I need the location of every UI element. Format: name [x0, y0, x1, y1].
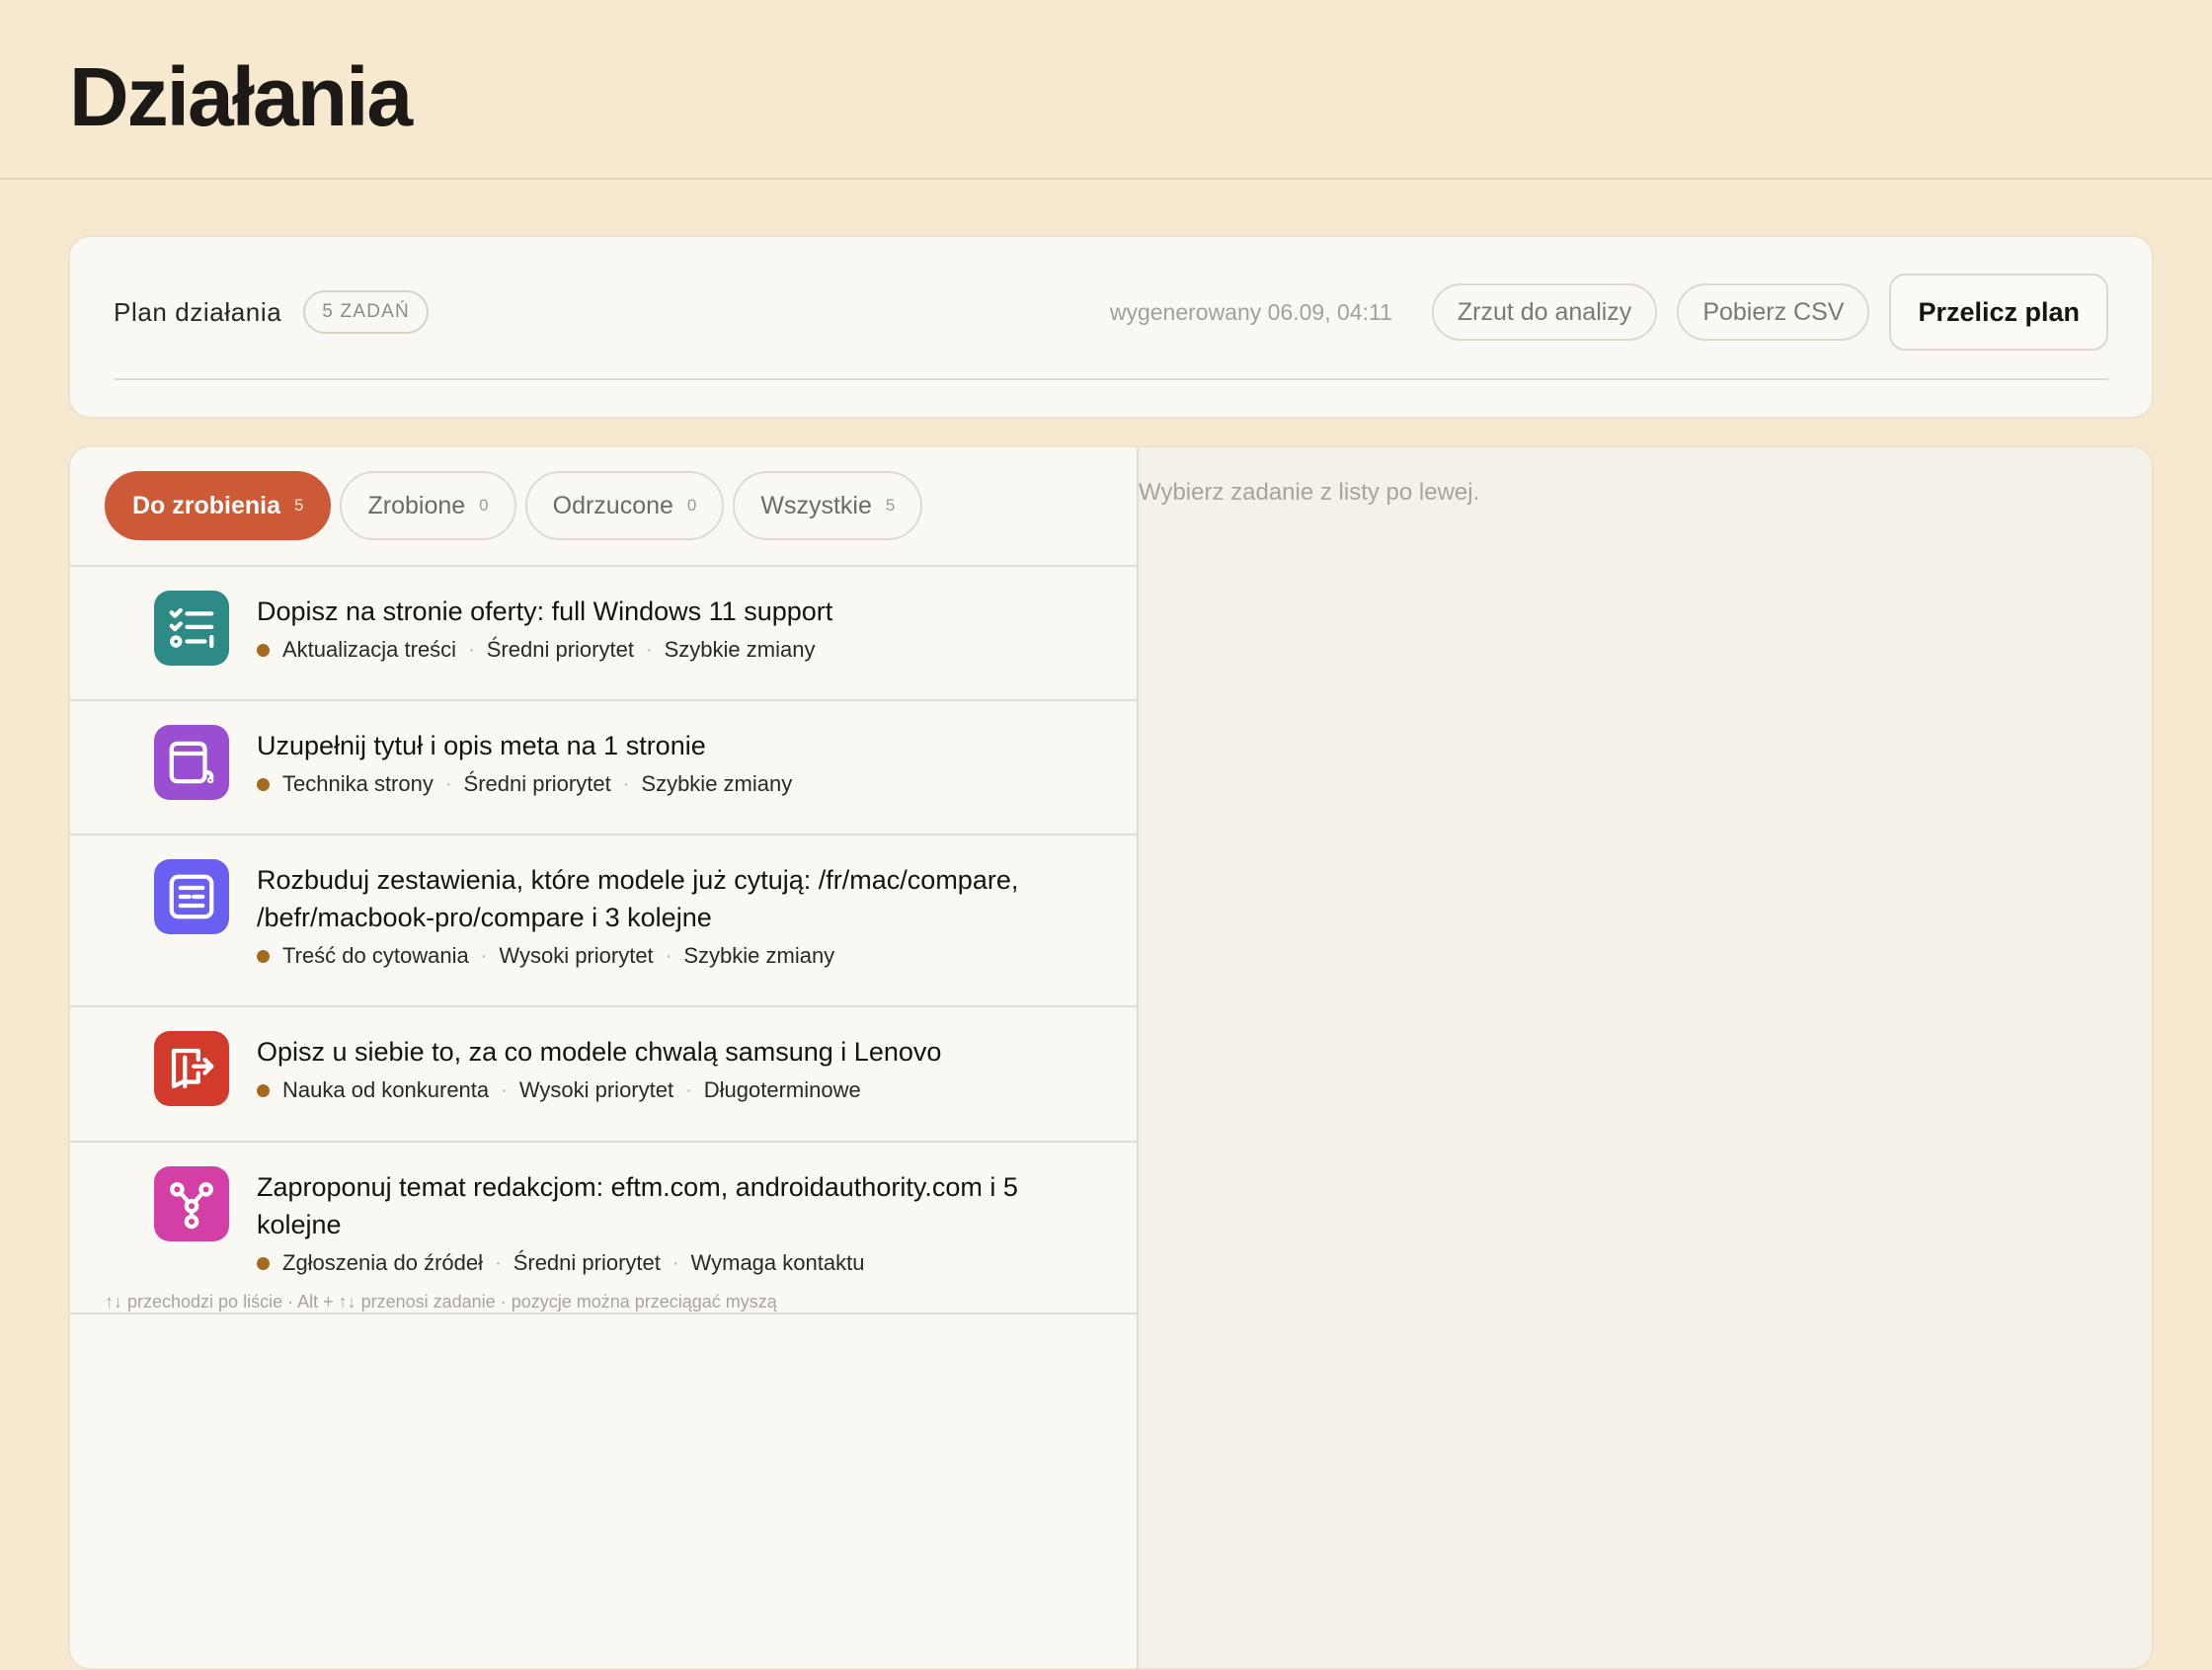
tab-label: Do zrobienia: [132, 491, 281, 519]
task-category: Technika strony: [282, 771, 434, 796]
task-body: Uzupełnij tytuł i opis meta na 1 stronie…: [257, 725, 1097, 834]
plan-card: Plan działania 5 ZADAŃ wygenerowany 06.0…: [68, 235, 2154, 419]
page-header: Działania: [0, 0, 2212, 180]
task-list: Dopisz na stronie oferty: full Windows 1…: [70, 567, 1137, 1314]
task-title: Uzupełnij tytuł i opis meta na 1 stronie: [257, 731, 706, 760]
task-body: Dopisz na stronie oferty: full Windows 1…: [257, 591, 1097, 699]
download-csv-button[interactable]: Pobierz CSV: [1677, 283, 1870, 341]
task-title: Dopisz na stronie oferty: full Windows 1…: [257, 596, 833, 626]
task-priority: Średni priorytet: [486, 637, 634, 662]
tab-count: 5: [885, 496, 896, 515]
task-effort: Szybkie zmiany: [641, 771, 793, 796]
page-title: Działania: [69, 50, 413, 143]
status-tabs: Do zrobienia 5 Zrobione 0 Odrzucone 0 Ws…: [70, 447, 1137, 567]
task-meta: Nauka od konkurenta · Wysoki priorytet ·…: [257, 1077, 1097, 1103]
meta-separator: ·: [672, 1251, 679, 1274]
task-row[interactable]: Uzupełnij tytuł i opis meta na 1 stronie…: [70, 701, 1137, 835]
meta-separator: ·: [685, 1078, 692, 1101]
task-effort: Szybkie zmiany: [664, 637, 816, 662]
keyboard-hint: ↑↓ przechodzi po liście · Alt + ↑↓ przen…: [105, 1292, 777, 1312]
task-effort: Szybkie zmiany: [683, 943, 835, 968]
snapshot-button[interactable]: Zrzut do analizy: [1431, 283, 1658, 341]
task-category: Nauka od konkurenta: [282, 1077, 490, 1102]
tab-done[interactable]: Zrobione 0: [340, 471, 516, 540]
tab-label: Zrobione: [367, 491, 466, 519]
task-category: Treść do cytowania: [282, 943, 469, 968]
task-meta: Technika strony · Średni priorytet · Szy…: [257, 771, 1097, 797]
category-dot: [257, 949, 270, 963]
tab-rejected[interactable]: Odrzucone 0: [524, 471, 725, 540]
category-dot: [257, 777, 270, 791]
meta-separator: ·: [645, 638, 653, 661]
task-count-badge: 5 ZADAŃ: [303, 290, 429, 334]
tab-all[interactable]: Wszystkie 5: [733, 471, 923, 540]
tab-count: 5: [294, 496, 304, 515]
meta-separator: ·: [495, 1251, 502, 1274]
tab-label: Odrzucone: [552, 491, 673, 519]
task-title: Rozbuduj zestawienia, które modele już c…: [257, 865, 1019, 932]
task-meta: Zgłoszenia do źródeł · Średni priorytet …: [257, 1250, 1097, 1276]
checklist-icon: [154, 591, 229, 666]
tab-todo[interactable]: Do zrobienia 5: [105, 471, 332, 540]
detail-placeholder: Wybierz zadanie z listy po lewej.: [1139, 479, 1480, 506]
tab-count: 0: [479, 496, 489, 515]
category-dot: [257, 1083, 270, 1097]
task-list-panel: Do zrobienia 5 Zrobione 0 Odrzucone 0 Ws…: [70, 447, 1139, 1668]
task-body: Rozbuduj zestawienia, które modele już c…: [257, 859, 1097, 1005]
task-body: Opisz u siebie to, za co modele chwalą s…: [257, 1031, 1097, 1141]
network-nodes-icon: [154, 1166, 229, 1241]
browser-window-icon: [154, 725, 229, 800]
task-row[interactable]: Opisz u siebie to, za co modele chwalą s…: [70, 1007, 1137, 1143]
tab-label: Wszystkie: [760, 491, 872, 519]
task-row[interactable]: Rozbuduj zestawienia, które modele już c…: [70, 835, 1137, 1007]
meta-separator: ·: [665, 944, 672, 967]
task-priority: Średni priorytet: [513, 1250, 661, 1275]
task-meta: Aktualizacja treści · Średni priorytet ·…: [257, 637, 1097, 663]
generated-timestamp: wygenerowany 06.09, 04:11: [1109, 298, 1392, 325]
recalculate-plan-button[interactable]: Przelicz plan: [1889, 274, 2108, 351]
task-priority: Wysoki priorytet: [499, 943, 654, 968]
meta-separator: ·: [444, 772, 452, 795]
task-title: Opisz u siebie to, za co modele chwalą s…: [257, 1037, 942, 1067]
task-category: Zgłoszenia do źródeł: [282, 1250, 484, 1275]
task-priority: Średni priorytet: [463, 771, 611, 796]
task-detail-panel: Wybierz zadanie z listy po lewej.: [1139, 447, 2152, 1668]
meta-separator: ·: [480, 944, 488, 967]
task-row[interactable]: Dopisz na stronie oferty: full Windows 1…: [70, 567, 1137, 701]
category-dot: [257, 1256, 270, 1270]
plan-toolbar: Plan działania 5 ZADAŃ wygenerowany 06.0…: [114, 273, 2108, 352]
task-title: Zaproponuj temat redakcjom: eftm.com, an…: [257, 1172, 1018, 1239]
task-priority: Wysoki priorytet: [518, 1077, 674, 1102]
book-arrow-icon: [154, 1031, 229, 1106]
category-dot: [257, 643, 270, 657]
task-category: Aktualizacja treści: [282, 637, 457, 662]
main-panel: Do zrobienia 5 Zrobione 0 Odrzucone 0 Ws…: [68, 445, 2154, 1670]
task-body: Zaproponuj temat redakcjom: eftm.com, an…: [257, 1166, 1097, 1312]
plan-title: Plan działania: [114, 296, 282, 327]
tab-count: 0: [686, 496, 697, 515]
task-effort: Wymaga kontaktu: [690, 1250, 865, 1275]
meta-separator: ·: [468, 638, 475, 661]
plan-divider: [114, 378, 2108, 380]
meta-separator: ·: [501, 1078, 508, 1101]
meta-separator: ·: [622, 772, 630, 795]
task-effort: Długoterminowe: [703, 1077, 861, 1102]
document-lines-icon: [154, 859, 229, 934]
task-row[interactable]: Zaproponuj temat redakcjom: eftm.com, an…: [70, 1143, 1137, 1314]
task-meta: Treść do cytowania · Wysoki priorytet · …: [257, 943, 1097, 969]
